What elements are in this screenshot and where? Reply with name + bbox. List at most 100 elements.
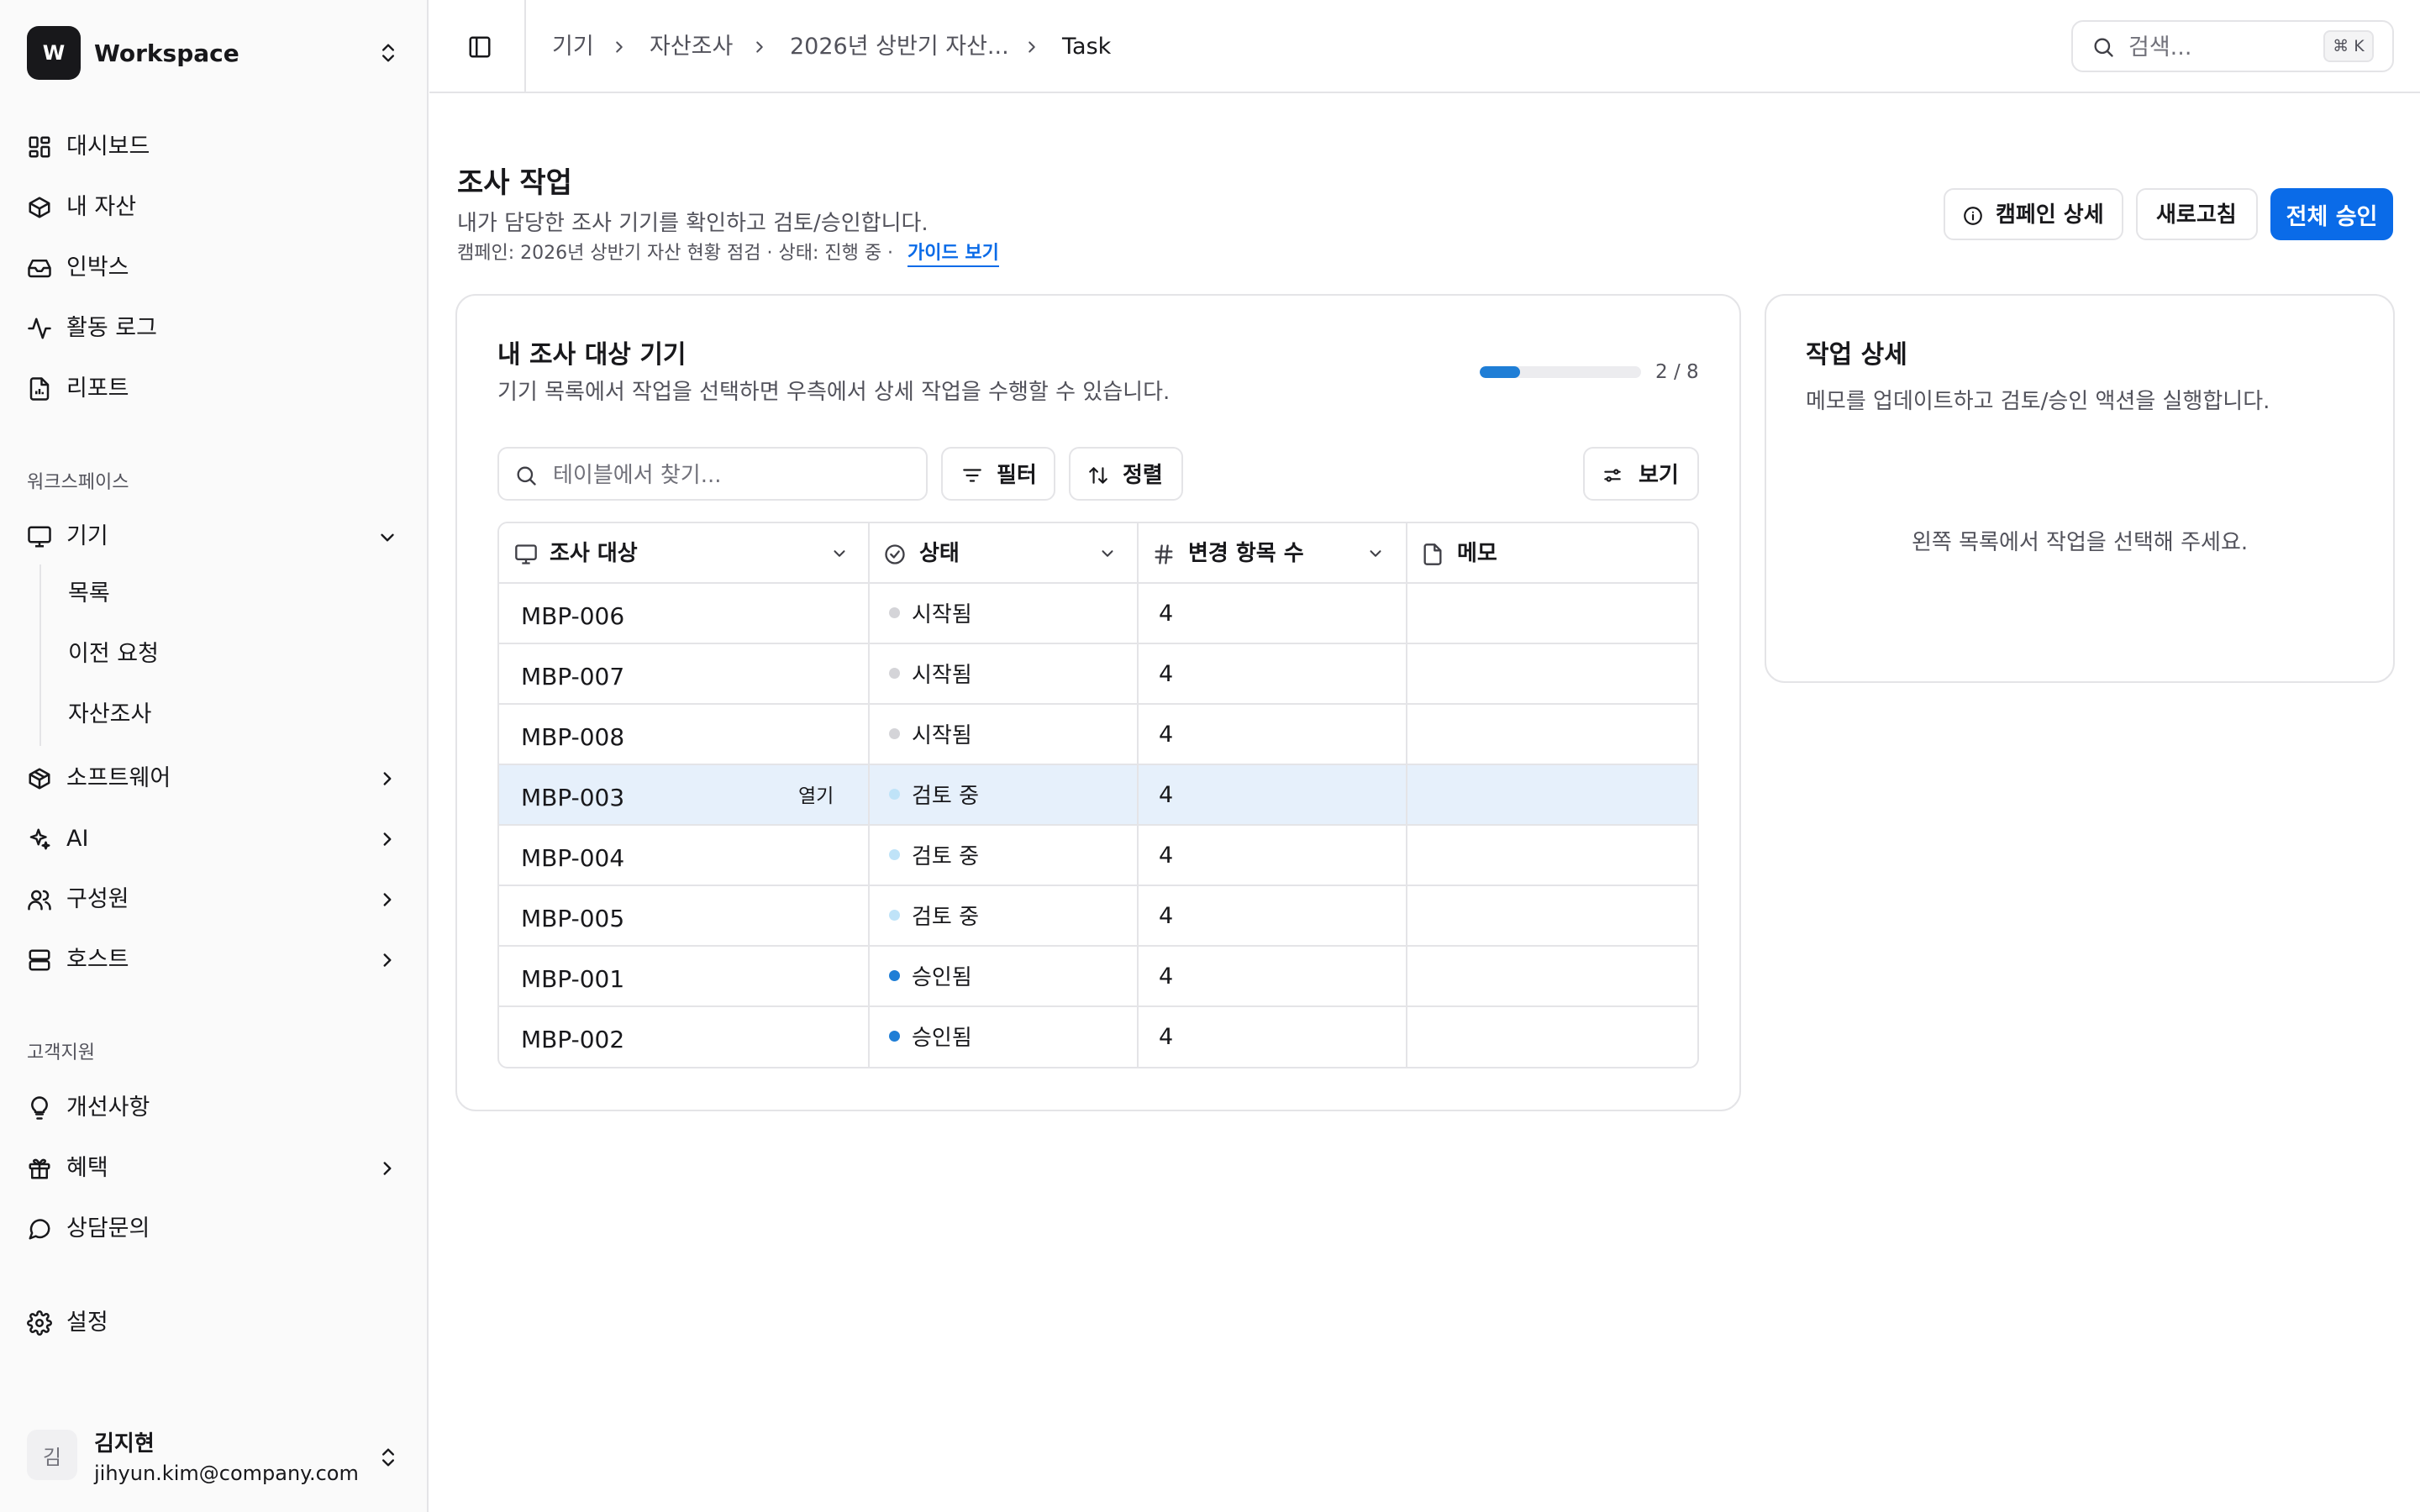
cell-memo[interactable] [1409, 947, 1697, 1005]
chevron-down-icon [830, 544, 849, 563]
device-card-description: 기기 목록에서 작업을 선택하면 우측에서 상세 작업을 수행할 수 있습니다. [497, 380, 1171, 405]
refresh-button[interactable]: 새로고침 [2136, 188, 2258, 240]
status-dot [889, 909, 900, 921]
sidebar-subitem-asset-survey[interactable]: 자산조사 [68, 703, 151, 726]
breadcrumb-campaign[interactable]: 2026년 상반기 자산... [790, 35, 1009, 58]
column-divider [868, 523, 870, 1067]
status-badge: 시작됨 [889, 659, 972, 688]
table-row[interactable]: MBP-005 검토 중 4 [499, 886, 1697, 947]
status-dot [889, 727, 900, 739]
campaign-detail-label: 캠페인 상세 [1996, 202, 2104, 228]
chevrons-up-down-icon [376, 41, 400, 65]
activity-icon [27, 316, 52, 341]
chevron-down-icon [1366, 544, 1385, 563]
sidebar-item-label: 혜택 [66, 1155, 108, 1181]
box-icon [27, 195, 52, 220]
chevron-right-icon [1023, 38, 1041, 56]
status-badge: 검토 중 [889, 901, 980, 930]
cell-memo[interactable] [1409, 886, 1697, 945]
search-shortcut: ⌘ K [2323, 30, 2374, 62]
cell-change-count: 4 [1159, 1024, 1174, 1050]
cell-memo[interactable] [1409, 1007, 1697, 1066]
status-label: 검토 중 [912, 904, 980, 930]
cell-change-count: 4 [1159, 963, 1174, 990]
view-options-label: 보기 [1639, 463, 1679, 488]
sidebar: W Workspace 대시보드 내 자산 인박스 활동 로그 리포트 워크스페… [0, 0, 429, 1512]
sidebar-item-label: 활동 로그 [66, 315, 157, 341]
survey-progress-fill [1480, 366, 1520, 378]
section-label-workspace: 워크스페이스 [27, 472, 129, 493]
table-row[interactable]: MBP-004 검토 중 4 [499, 826, 1697, 886]
status-badge: 승인됨 [889, 1022, 972, 1051]
sidebar-item-label: 내 자산 [66, 194, 137, 220]
status-dot [889, 606, 900, 618]
users-icon [27, 887, 52, 912]
chevrons-up-down-icon [376, 1446, 400, 1469]
breadcrumb-current: Task [1062, 34, 1112, 60]
cell-target: MBP-004 [521, 844, 625, 872]
package-icon [27, 766, 52, 791]
column-header-label: 메모 [1457, 541, 1497, 566]
sparkles-icon [27, 827, 52, 852]
page-subtitle: 내가 담당한 조사 기기를 확인하고 검토/승인합니다. [457, 211, 929, 236]
status-dot [889, 788, 900, 800]
sidebar-item-label: 소프트웨어 [66, 765, 171, 791]
survey-progress-bar [1480, 366, 1641, 378]
sidebar-subitem-list[interactable]: 목록 [68, 582, 110, 605]
lightbulb-icon [27, 1095, 52, 1121]
chevron-right-icon [376, 889, 398, 911]
sidebar-item-label: 대시보드 [66, 134, 150, 160]
column-divider [1137, 523, 1139, 1067]
refresh-label: 새로고침 [2156, 202, 2237, 228]
cell-memo[interactable] [1409, 705, 1697, 764]
column-header-label: 변경 항목 수 [1188, 541, 1304, 566]
cell-memo[interactable] [1409, 584, 1697, 643]
cell-memo[interactable] [1409, 765, 1697, 824]
status-label: 시작됨 [912, 662, 972, 688]
table-search-input[interactable]: 테이블에서 찾기... [497, 447, 928, 501]
sidebar-item-label: 리포트 [66, 375, 129, 402]
guide-link[interactable]: 가이드 보기 [908, 244, 999, 267]
table-row[interactable]: MBP-008 시작됨 4 [499, 705, 1697, 765]
cell-change-count: 4 [1159, 601, 1174, 627]
chevron-right-icon [376, 768, 398, 790]
open-row-link[interactable]: 열기 [798, 787, 834, 806]
filter-label: 필터 [997, 463, 1037, 488]
view-options-button[interactable]: 보기 [1583, 447, 1699, 501]
filter-button[interactable]: 필터 [941, 447, 1055, 501]
breadcrumb-devices[interactable]: 기기 [552, 35, 594, 58]
submenu-guide-line [39, 564, 41, 746]
breadcrumb-asset-survey[interactable]: 자산조사 [650, 35, 733, 58]
sidebar-item-label: 호스트 [66, 947, 129, 973]
info-icon [1962, 205, 1984, 227]
cell-memo[interactable] [1409, 644, 1697, 703]
sort-button[interactable]: 정렬 [1069, 447, 1183, 501]
status-label: 시작됨 [912, 722, 972, 748]
status-label: 승인됨 [912, 1025, 972, 1051]
column-divider [1406, 523, 1407, 1067]
search-icon [514, 464, 538, 487]
table-row[interactable]: MBP-003 열기 검토 중 4 [499, 765, 1697, 826]
cell-target: MBP-005 [521, 905, 625, 932]
approve-all-button[interactable]: 전체 승인 [2270, 188, 2393, 240]
status-badge: 검토 중 [889, 780, 979, 809]
avatar: 김 [27, 1430, 77, 1480]
server-icon [27, 948, 52, 973]
sort-icon [1087, 465, 1109, 486]
table-row[interactable]: MBP-001 승인됨 4 [499, 947, 1697, 1007]
chevron-right-icon [376, 828, 398, 850]
cell-change-count: 4 [1159, 661, 1174, 687]
campaign-detail-button[interactable]: 캠페인 상세 [1944, 188, 2123, 240]
file-icon [1421, 543, 1444, 566]
sidebar-toggle-icon[interactable] [467, 34, 492, 60]
cell-memo[interactable] [1409, 826, 1697, 885]
table-row[interactable]: MBP-006 시작됨 4 [499, 584, 1697, 644]
cell-target: MBP-002 [521, 1026, 625, 1053]
workspace-logo: W [27, 26, 81, 80]
table-row[interactable]: MBP-007 시작됨 4 [499, 644, 1697, 705]
cell-target: MBP-003 [521, 784, 625, 811]
sidebar-item-label: 인박스 [66, 255, 129, 281]
table-row[interactable]: MBP-002 승인됨 4 [499, 1007, 1697, 1067]
sidebar-subitem-transfer-request[interactable]: 이전 요청 [68, 643, 159, 665]
sidebar-item-label: 상담문의 [66, 1215, 150, 1242]
